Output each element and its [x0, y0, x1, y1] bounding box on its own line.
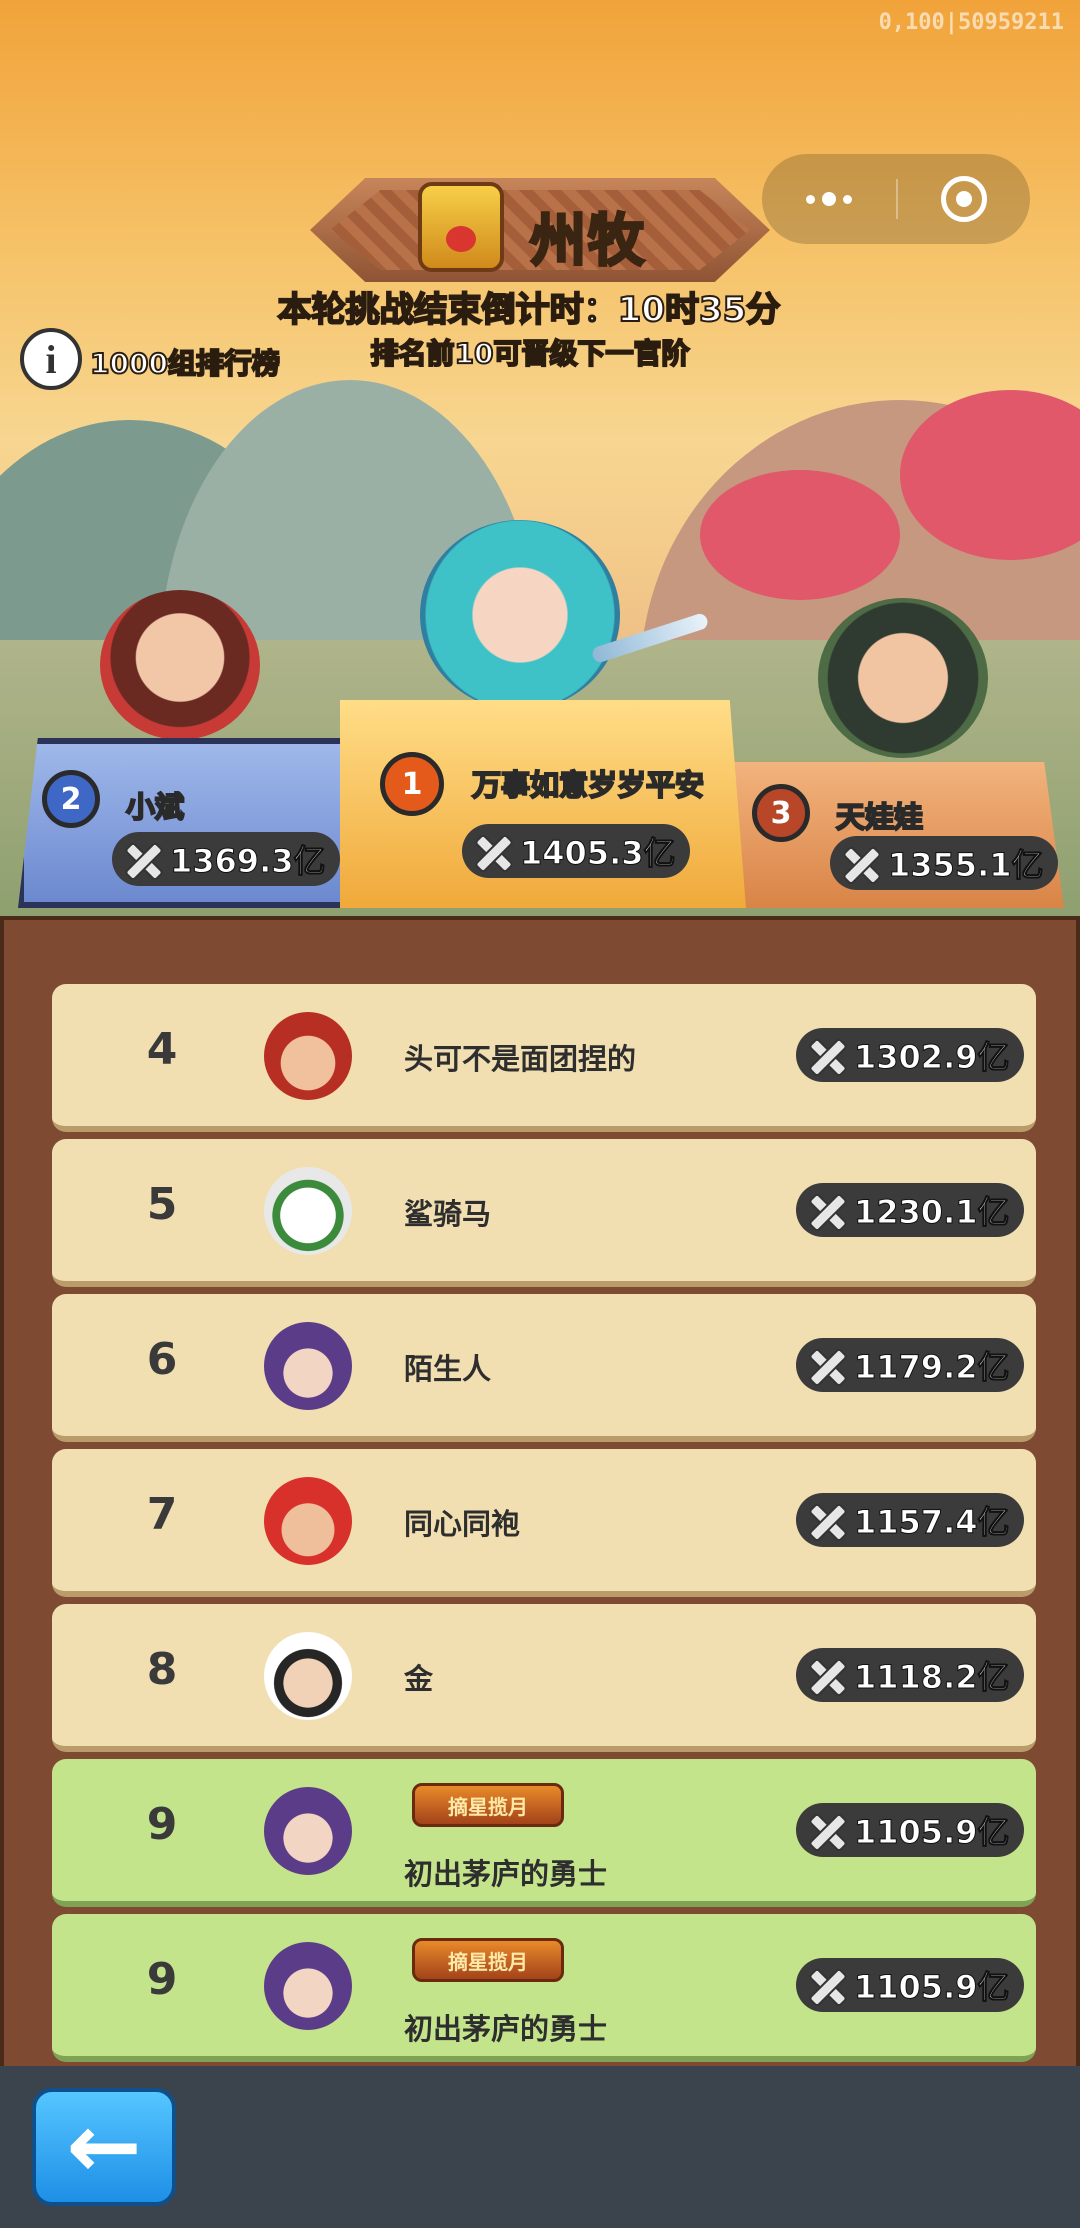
leaderboard-row[interactable]: 7 同心同袍 1157.4亿 — [52, 1449, 1036, 1597]
player-avatar — [264, 1632, 352, 1720]
first-place-character — [420, 520, 620, 710]
player-avatar — [264, 1787, 352, 1875]
info-icon[interactable]: i — [20, 328, 82, 390]
power-value: 1405.3亿 — [520, 834, 676, 873]
miniprogram-capsule — [762, 154, 1030, 244]
dot-icon — [843, 194, 852, 204]
seal-icon — [418, 182, 504, 272]
player-name: 同心同袍 — [404, 1507, 521, 1541]
power-value: 1105.9亿 — [854, 1813, 1010, 1852]
debug-text: 0,100|50959211 — [878, 10, 1064, 35]
player-name: 金 — [404, 1662, 434, 1696]
power-value: 1105.9亿 — [854, 1968, 1010, 2007]
leaderboard-row[interactable]: 8 金 1118.2亿 — [52, 1604, 1036, 1752]
power-badge: 1302.9亿 — [796, 1028, 1024, 1082]
second-place-name: 小斌 — [125, 789, 185, 825]
power-value: 1118.2亿 — [854, 1658, 1010, 1697]
power-badge: 1355.1亿 — [830, 836, 1058, 890]
more-menu-button[interactable] — [762, 192, 896, 206]
power-badge: 1369.3亿 — [112, 832, 340, 886]
second-place-character — [100, 590, 260, 740]
back-arrow-icon: ← — [66, 2094, 142, 2199]
player-name: 初出茅庐的勇士 — [404, 2012, 608, 2046]
rank-number: 8 — [146, 1644, 178, 1695]
dot-icon — [806, 194, 815, 204]
power-value: 1369.3亿 — [170, 842, 326, 881]
first-place-name: 万事如意岁岁平安 — [471, 767, 705, 803]
close-miniprogram-button[interactable] — [898, 176, 1030, 222]
leaderboard-row-highlighted[interactable]: 9 摘星揽月 初出茅庐的勇士 1105.9亿 — [52, 1759, 1036, 1907]
back-button[interactable]: ← — [32, 2088, 176, 2206]
leaderboard-list[interactable]: 4 头可不是面团捏的 1302.9亿 5 鲨骑马 1230.1亿 6 陌生人 1… — [0, 916, 1080, 2066]
rank-number: 6 — [146, 1334, 178, 1385]
crossed-swords-icon — [802, 1186, 850, 1234]
crossed-swords-icon — [802, 1651, 850, 1699]
leaderboard-row-highlighted[interactable]: 9 摘星揽月 初出茅庐的勇士 1105.9亿 — [52, 1914, 1036, 2062]
target-icon — [941, 176, 987, 222]
third-place-character — [818, 598, 988, 758]
bottom-bar: ← — [0, 2066, 1080, 2228]
rank-2-medal-icon: 2 — [42, 770, 100, 828]
power-badge: 1157.4亿 — [796, 1493, 1024, 1547]
power-badge: 1105.9亿 — [796, 1803, 1024, 1857]
blossom-tree-decoration — [700, 470, 900, 600]
crossed-swords-icon — [468, 827, 516, 875]
player-name: 头可不是面团捏的 — [404, 1042, 637, 1076]
power-value: 1302.9亿 — [854, 1038, 1010, 1077]
power-badge: 1179.2亿 — [796, 1338, 1024, 1392]
crossed-swords-icon — [802, 1341, 850, 1389]
player-avatar — [264, 1942, 352, 2030]
rank-1-medal-icon: 1 — [380, 752, 444, 816]
player-name: 初出茅庐的勇士 — [404, 1857, 608, 1891]
power-badge: 1230.1亿 — [796, 1183, 1024, 1237]
countdown-text: 本轮挑战结束倒计时：10时35分 — [277, 289, 782, 331]
power-badge: 1105.9亿 — [796, 1958, 1024, 2012]
player-avatar — [264, 1167, 352, 1255]
power-value: 1355.1亿 — [888, 846, 1044, 885]
dot-icon — [822, 192, 836, 206]
power-badge: 1118.2亿 — [796, 1648, 1024, 1702]
rank-number: 4 — [146, 1024, 178, 1075]
rank-number: 9 — [146, 1799, 178, 1850]
leaderboard-row[interactable]: 5 鲨骑马 1230.1亿 — [52, 1139, 1036, 1287]
rank-3-medal-icon: 3 — [752, 784, 810, 842]
player-avatar — [264, 1012, 352, 1100]
player-avatar — [264, 1322, 352, 1410]
rank-number: 5 — [146, 1179, 178, 1230]
power-value: 1230.1亿 — [854, 1193, 1010, 1232]
title-badge: 摘星揽月 — [412, 1938, 564, 1982]
leaderboard-info-label[interactable]: 1000组排行榜 — [89, 342, 281, 382]
crossed-swords-icon — [802, 1031, 850, 1079]
crossed-swords-icon — [802, 1961, 850, 2009]
leaderboard-row[interactable]: 4 头可不是面团捏的 1302.9亿 — [52, 984, 1036, 1132]
player-name: 陌生人 — [404, 1352, 492, 1386]
rank-number: 7 — [146, 1489, 178, 1540]
crossed-swords-icon — [802, 1806, 850, 1854]
power-value: 1157.4亿 — [854, 1503, 1010, 1542]
third-place-name: 天娃娃 — [835, 799, 924, 835]
rank-title: 州牧 — [529, 208, 646, 276]
crossed-swords-icon — [836, 839, 884, 887]
title-badge: 摘星揽月 — [412, 1783, 564, 1827]
crossed-swords-icon — [802, 1496, 850, 1544]
player-name: 鲨骑马 — [404, 1197, 492, 1231]
player-avatar — [264, 1477, 352, 1565]
power-value: 1179.2亿 — [854, 1348, 1010, 1387]
power-badge: 1405.3亿 — [462, 824, 690, 878]
crossed-swords-icon — [118, 835, 166, 883]
leaderboard-row[interactable]: 6 陌生人 1179.2亿 — [52, 1294, 1036, 1442]
rank-number: 9 — [146, 1954, 178, 2005]
